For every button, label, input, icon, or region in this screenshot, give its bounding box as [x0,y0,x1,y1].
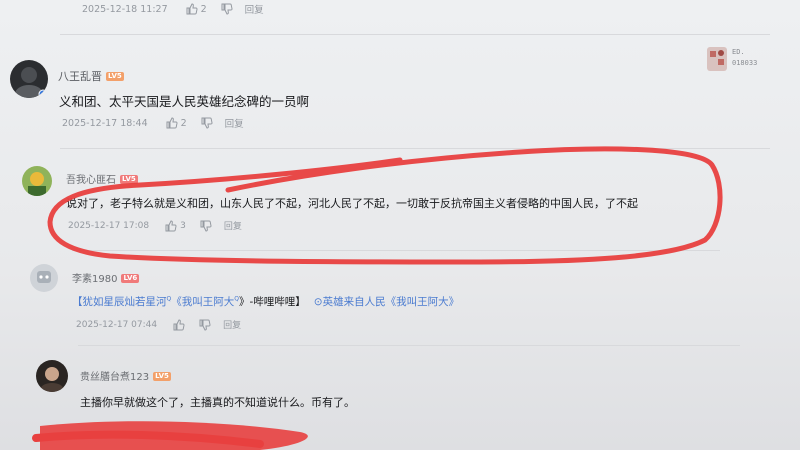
comment-text: 主播你早就做这个了，主播真的不知道说什么。币有了。 [80,396,355,409]
thumb-up-icon[interactable] [165,219,177,232]
video-link[interactable]: 英雄来自人民《我叫王阿大》 [323,296,460,308]
username-text[interactable]: 八王乱晋 [58,70,102,83]
level-badge: LV5 [106,72,124,81]
comment-text: 【犹如星辰灿若星河Q《我叫王阿大Q》-哔哩哔哩】 ⊙英雄来自人民《我叫王阿大》 [72,295,460,309]
username-text[interactable]: 李素1980 [72,274,117,285]
divider [78,345,740,346]
comment-section: 2025-12-18 11:27 2 回复 ED. 018033 八王乱晋 LV… [0,0,800,450]
avatar[interactable] [30,264,58,292]
thumb-up-icon[interactable] [166,117,178,129]
level-badge: LV6 [121,274,140,283]
divider [60,148,770,149]
like-count: 3 [180,220,186,231]
sticker-icon [707,47,727,71]
comment-date: 2025-12-18 11:27 [82,3,168,15]
level-badge: LV5 [120,175,138,184]
reply-button[interactable]: 回复 [225,116,244,130]
username-text[interactable]: 贵丝膳台煮123 [80,372,149,383]
comment-date: 2025-12-17 18:44 [62,117,148,129]
reply-button[interactable]: 回复 [224,219,242,232]
link-icon[interactable]: ⊙ [314,296,323,308]
thumb-down-icon[interactable] [200,220,212,232]
comment-date: 2025-12-17 17:08 [68,220,150,231]
comment-date: 2025-12-17 07:44 [76,319,158,330]
avatar[interactable] [10,60,48,98]
username[interactable]: 李素1980 LV6 [72,270,140,285]
divider [60,34,770,35]
thumb-up-icon[interactable] [173,318,185,331]
badge-line-1: ED. [732,48,745,56]
comment-meta: 2025-12-17 07:44 回复 [76,318,241,331]
reply-button[interactable]: 回复 [223,318,241,331]
comment-text: 义和团、太平天国是人民英雄纪念碑的一员啊 [59,94,310,109]
comment-text-mid: 》-哔哩哔哩】 [238,296,306,308]
thumb-down-icon[interactable] [201,117,213,129]
divider [72,250,720,251]
avatar[interactable] [36,360,68,392]
video-link[interactable]: 【犹如星辰灿若星河 [72,296,167,308]
username[interactable]: 八王乱晋 LV5 [58,68,124,84]
badge-line-2: 018033 [732,59,758,67]
thumb-up-icon[interactable] [186,3,198,15]
level-badge: LV5 [153,372,171,381]
thumb-down-icon[interactable] [221,3,233,15]
username[interactable]: 吾我心匪石 LV5 [66,171,138,186]
like-count: 2 [180,117,187,129]
comment-meta: 2025-12-18 11:27 2 回复 [82,2,264,16]
decoration-badge: ED. 018033 [706,45,766,75]
comment-meta: 2025-12-17 18:44 2 回复 [62,116,244,130]
username[interactable]: 贵丝膳台煮123 LV5 [80,368,171,383]
comment-text: 说对了，老子特么就是义和团，山东人民了不起，河北人民了不起，一切敢于反抗帝国主义… [66,197,638,210]
comment-meta: 2025-12-17 17:08 3 回复 [68,219,242,232]
reply-button[interactable]: 回复 [245,2,264,16]
video-link[interactable]: 《我叫王阿大 [171,296,234,308]
avatar[interactable] [22,166,52,196]
username-text[interactable]: 吾我心匪石 [66,175,116,186]
like-count: 2 [200,3,207,15]
thumb-down-icon[interactable] [199,319,211,331]
